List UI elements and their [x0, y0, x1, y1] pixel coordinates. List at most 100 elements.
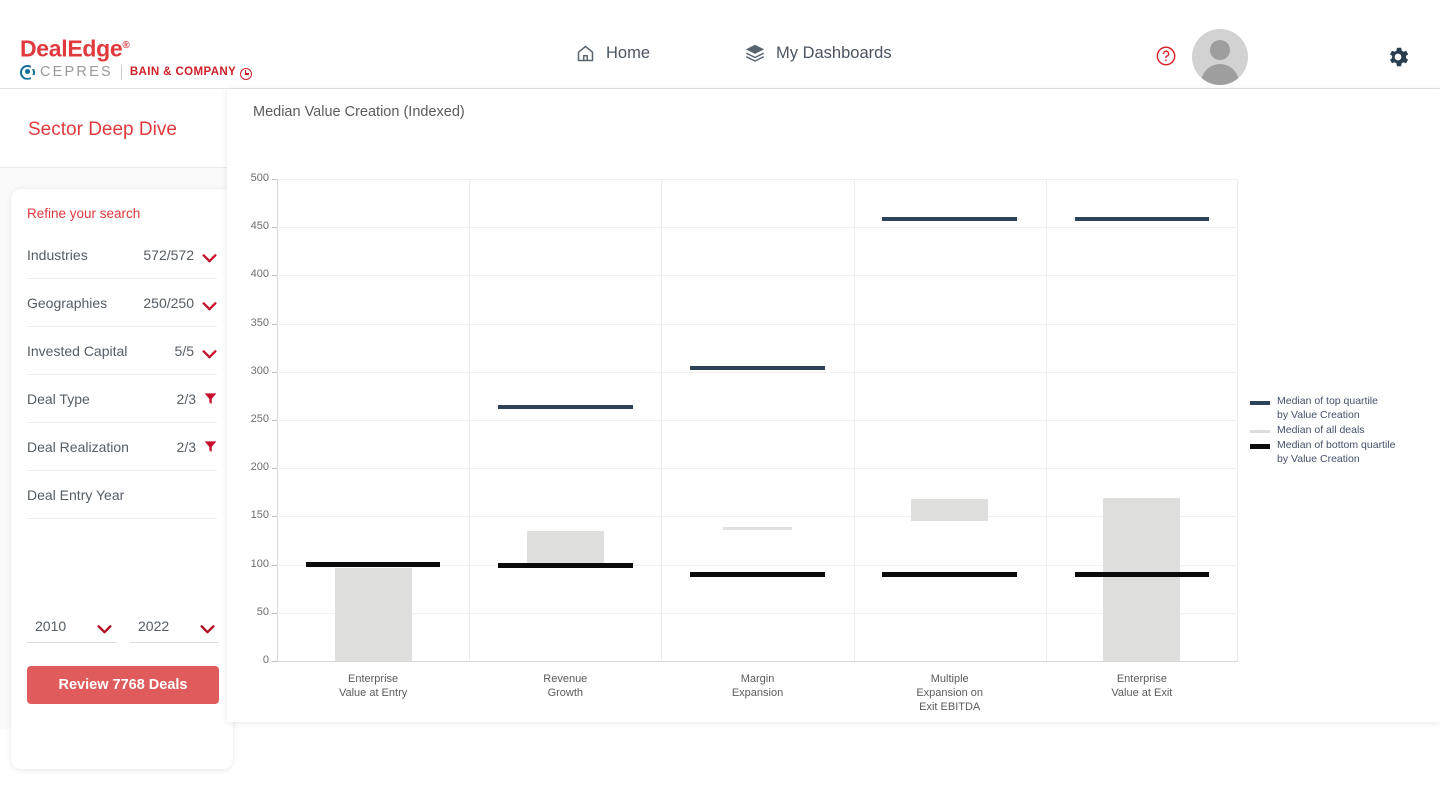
chevron-down-icon[interactable] [202, 250, 217, 263]
filter-panel: Refine your search Industries 572/572 Ge… [11, 189, 233, 769]
filter-label-invested-capital: Invested Capital [27, 342, 128, 359]
category-divider [661, 179, 663, 661]
y-tick-label: 450 [250, 220, 269, 233]
gridline [277, 227, 1238, 229]
year-range-row: 2010 2022 [27, 609, 219, 643]
filter-control-deal-realization[interactable]: 2/3 [177, 439, 217, 455]
filter-count-deal-type: 2/3 [176, 390, 196, 407]
logo-product-text: DealEdge [20, 35, 123, 62]
avatar-body [1201, 64, 1239, 85]
filter-row-deal-realization[interactable]: Deal Realization 2/3 [27, 423, 217, 471]
filter-control-invested-capital[interactable]: 5/5 [175, 343, 217, 359]
filter-label-deal-entry-year: Deal Entry Year [27, 486, 125, 503]
y-tick-label: 200 [250, 461, 269, 474]
y-tick-mark [272, 564, 277, 566]
review-deals-button[interactable]: Review 7768 Deals [27, 666, 219, 704]
chevron-down-icon[interactable] [200, 621, 215, 634]
filter-row-deal-type[interactable]: Deal Type 2/3 [27, 375, 217, 423]
nav-item-home-label: Home [606, 43, 651, 62]
filter-count-deal-realization: 2/3 [176, 438, 196, 455]
y-tick-mark [272, 323, 277, 325]
legend-item-bottom-quartile: Median of bottom quartile by Value Creat… [1250, 438, 1435, 466]
median-line-all [722, 526, 793, 530]
help-circle-icon[interactable] [1155, 45, 1177, 67]
median-line-bottom [498, 562, 633, 568]
nav-item-home[interactable]: Home [575, 43, 650, 64]
year-to-select[interactable]: 2022 [130, 609, 219, 643]
x-axis-label: Multiple Expansion on Exit EBITDA [916, 673, 984, 713]
refine-search-label: Refine your search [27, 206, 141, 221]
y-tick-label: 400 [250, 268, 269, 281]
y-tick-mark [272, 661, 277, 662]
cepres-label: CEPRES [40, 64, 113, 81]
y-tick-mark [272, 612, 277, 614]
header-nav: Home My Dashboards [575, 42, 892, 64]
gridline [277, 323, 1238, 325]
y-tick-label: 0 [262, 654, 269, 666]
logo-divider [120, 64, 122, 80]
year-to-value: 2022 [138, 617, 170, 634]
dealedge-logo[interactable]: DealEdge® CEPRES BAIN & COMPANY [20, 34, 260, 81]
y-tick-label: 250 [250, 413, 269, 425]
chevron-down-icon[interactable] [97, 621, 112, 634]
gridline [277, 275, 1238, 277]
funnel-icon[interactable] [204, 392, 217, 405]
median-line-bottom [882, 572, 1017, 578]
category-divider [853, 179, 855, 661]
median-line-top [882, 217, 1017, 222]
layers-icon [744, 42, 766, 64]
chart-bar [1103, 498, 1181, 661]
filter-count-invested-capital: 5/5 [174, 342, 194, 359]
avatar[interactable] [1192, 29, 1248, 85]
median-line-bottom [1074, 572, 1210, 578]
gridline [277, 371, 1238, 373]
filter-control-geographies[interactable]: 250/250 [143, 295, 217, 311]
chart-legend: Median of top quartile by Value Creation… [1250, 394, 1435, 467]
year-from-select[interactable]: 2010 [27, 609, 116, 643]
legend-swatch-top-quartile [1250, 401, 1270, 405]
chevron-down-icon[interactable] [202, 298, 217, 311]
nav-item-my-dashboards[interactable]: My Dashboards [744, 42, 892, 64]
median-line-top [1074, 217, 1210, 222]
gridline [277, 179, 1238, 180]
x-axis-label: Enterprise Value at Exit [1111, 673, 1173, 699]
y-tick-label: 300 [250, 364, 269, 377]
gridline [277, 516, 1238, 518]
y-tick-mark [272, 516, 277, 518]
y-tick-mark [272, 420, 277, 421]
filter-control-deal-type[interactable]: 2/3 [177, 391, 217, 407]
chevron-down-icon[interactable] [202, 346, 217, 359]
y-tick-mark [272, 371, 277, 373]
filter-row-invested-capital[interactable]: Invested Capital 5/5 [27, 327, 217, 375]
bain-clock-icon [240, 68, 253, 81]
bain-label: BAIN & COMPANY [129, 66, 237, 79]
page-title: Sector Deep Dive [28, 119, 177, 140]
filter-row-industries[interactable]: Industries 572/572 [27, 231, 217, 279]
year-from-value: 2010 [35, 617, 67, 634]
home-icon [575, 43, 596, 64]
funnel-icon[interactable] [204, 440, 217, 453]
avatar-head [1210, 40, 1230, 60]
cepres-mark-icon [20, 64, 35, 80]
legend-label-bottom-quartile: Median of bottom quartile by Value Creat… [1277, 439, 1396, 465]
legend-label-all-deals: Median of all deals [1277, 424, 1365, 436]
gridline [277, 612, 1238, 614]
logo-partners: CEPRES BAIN & COMPANY [20, 64, 260, 81]
filter-row-geographies[interactable]: Geographies 250/250 [27, 279, 217, 327]
x-axis-label: Revenue Growth [543, 673, 588, 699]
legend-item-all-deals: Median of all deals [1250, 423, 1435, 437]
sidebar: Sector Deep Dive Refine your search Indu… [0, 89, 233, 769]
filter-row-deal-entry-year[interactable]: Deal Entry Year [27, 471, 217, 519]
chart-bar [911, 499, 989, 522]
gridline [277, 420, 1238, 421]
median-line-bottom [690, 572, 825, 578]
filter-control-industries[interactable]: 572/572 [143, 247, 217, 263]
filter-count-industries: 572/572 [143, 246, 194, 263]
gear-icon[interactable] [1385, 44, 1411, 70]
median-line-top [498, 405, 633, 410]
y-tick-mark [272, 227, 277, 229]
chart-title: Median Value Creation (Indexed) [253, 104, 465, 120]
x-axis-label: Enterprise Value at Entry [338, 673, 408, 699]
chart-panel: Median Value Creation (Indexed) 0 50 100 15… [227, 89, 1440, 722]
registered-mark: ® [122, 40, 130, 51]
